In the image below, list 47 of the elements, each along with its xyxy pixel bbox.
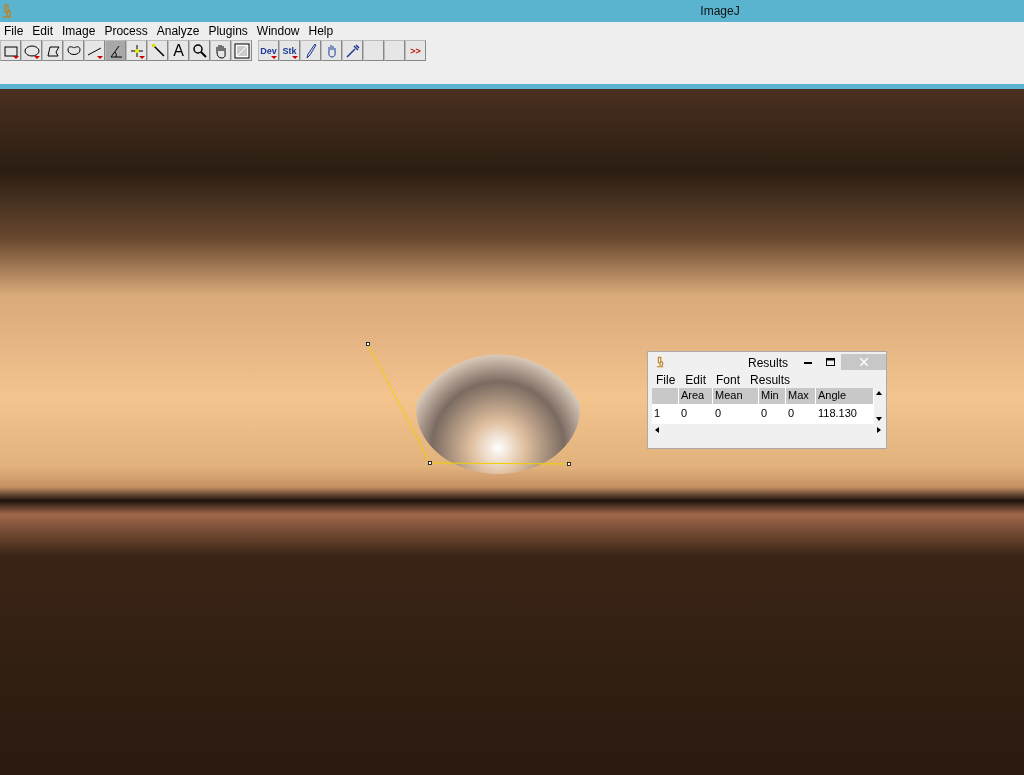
menu-item[interactable]: Image [58,24,101,38]
window-title: ImageJ [699,4,740,18]
pipette-icon [344,42,361,59]
tool-button[interactable]: Stk [279,40,300,61]
table-cell-text: 0 [680,406,689,421]
tool-button[interactable]: Dev [258,40,279,61]
table-cell-text: 0 [760,406,769,421]
tool-button[interactable] [300,40,321,61]
menu-item[interactable]: File [652,373,682,387]
column-header[interactable]: Mean [713,388,759,404]
crosshair-icon [128,42,145,59]
oval-icon [23,42,40,59]
menu-item[interactable]: Edit [681,373,713,387]
tool-button[interactable] [105,40,126,61]
close-icon [859,358,868,366]
maximize-icon [825,358,835,366]
table-cell-text: 0 [787,406,796,421]
column-header[interactable]: Min [759,388,786,404]
menu-item[interactable]: Process [100,24,153,38]
menu-item[interactable]: File [0,24,29,38]
tool-button[interactable] [42,40,63,61]
menu-item[interactable]: Edit [28,24,59,38]
tool-button[interactable] [63,40,84,61]
microscope-icon [2,4,12,18]
tool-button[interactable]: A [168,40,189,61]
table-cell-text: 0 [714,406,723,421]
column-header[interactable]: Area [679,388,713,404]
color-picker-icon [233,42,250,59]
microscope-icon [656,356,664,368]
angle-selection-drawing[interactable] [366,342,572,466]
menu-item[interactable]: Results [746,373,797,387]
tool-button[interactable] [189,40,210,61]
menu-item[interactable]: Font [712,373,747,387]
table-cell-text: 1 [653,406,662,421]
magnifier-icon [191,42,208,59]
menu-item[interactable]: Analyze [152,24,205,38]
window-title: Results [748,356,788,370]
tool-button[interactable] [21,40,42,61]
tool-button[interactable] [84,40,105,61]
tool-button[interactable] [342,40,363,61]
column-header[interactable]: Max [786,388,816,404]
menu-item[interactable]: Help [304,24,339,38]
table-cell-text: 118.130 [817,406,858,421]
tool-button[interactable]: >> [405,40,426,61]
menu-item[interactable]: Plugins [204,24,253,38]
wand-icon [149,42,166,59]
menu-item[interactable]: Window [252,24,305,38]
